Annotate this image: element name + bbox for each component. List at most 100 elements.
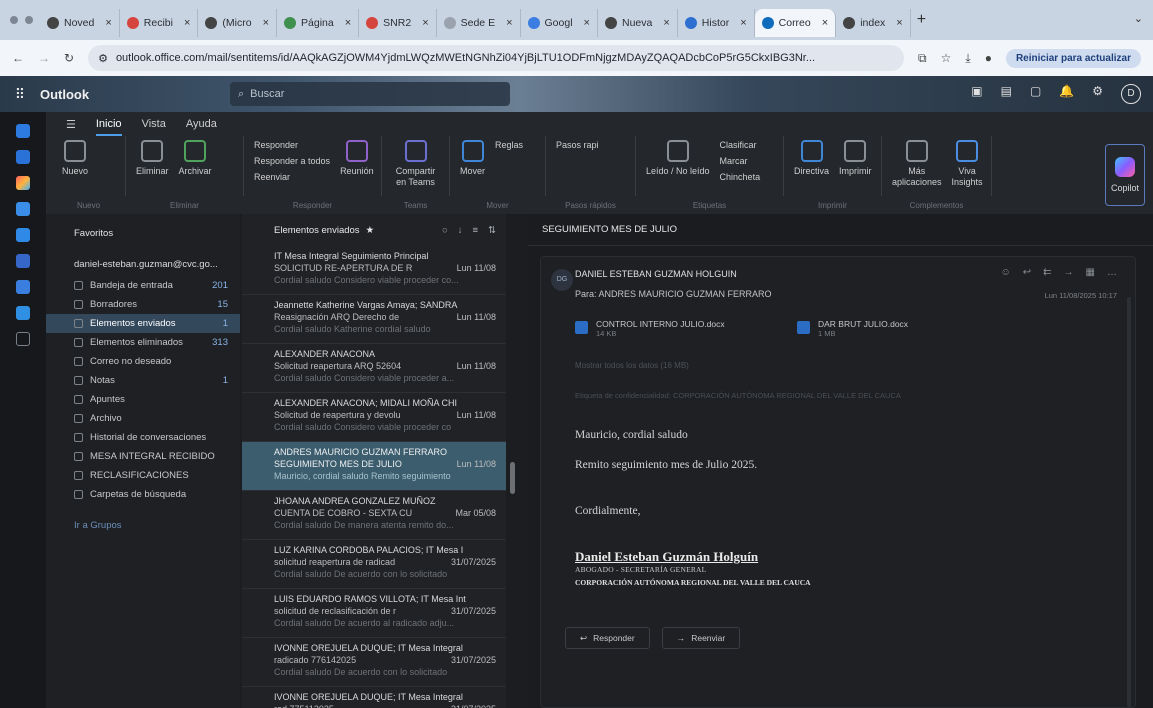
account-header[interactable]: daniel-esteban.guzman@cvc.go... [46,252,240,276]
apps-icon[interactable]: ▦ [1086,267,1095,278]
browser-tab[interactable]: (Micro × [198,9,278,37]
folder-item[interactable]: Carpetas de búsqueda [46,485,240,504]
my-day-icon[interactable]: ▢ [1030,84,1041,104]
folder-item[interactable]: Historial de conversaciones [46,428,240,447]
word-icon[interactable] [16,254,30,268]
folder-item[interactable]: MESA INTEGRAL RECIBIDO [46,447,240,466]
menu-toggle-icon[interactable]: ☰ [66,118,76,136]
quick-reply-button[interactable]: ↩ Responder [565,627,650,649]
folder-item[interactable]: Bandeja de entrada 201 [46,276,240,295]
folder-item[interactable]: Archivo [46,409,240,428]
meeting-button[interactable]: Reunión [340,140,374,177]
search-box[interactable]: ⌕ Buscar [230,82,510,106]
org-explorer-icon[interactable] [16,280,30,294]
url-field[interactable]: ⚙ outlook.office.com/mail/sentitems/id/A… [88,45,905,71]
site-info-icon[interactable]: ⚙ [98,52,108,65]
list-scrollbar[interactable] [510,462,515,494]
message-row[interactable]: ANDRES MAURICIO GUZMAN FERRARO SEGUIMIENT… [242,442,506,491]
tab-search-icon[interactable]: ⌄ [1134,12,1143,25]
folder-item[interactable]: Borradores 15 [46,295,240,314]
folder-item[interactable]: Elementos enviados 1 [46,314,240,333]
settings-icon[interactable]: ⚙ [1092,84,1103,104]
browser-tab[interactable]: Nueva × [598,9,678,37]
browser-tab[interactable]: Googl × [521,9,598,37]
close-tab-icon[interactable]: × [422,17,428,29]
copilot-app-icon[interactable] [16,176,30,190]
sort-icon[interactable]: ⇅ [488,225,496,236]
quick-steps-button[interactable]: Pasos rapi [556,140,599,150]
more-options-icon[interactable]: … [1107,267,1117,278]
sender-name[interactable]: DANIEL ESTEBAN GUZMAN HOLGUIN [575,269,737,279]
browser-tab[interactable]: Página × [277,9,360,37]
tab-inicio[interactable]: Inicio [95,118,122,136]
tab-vista[interactable]: Vista [142,118,166,136]
browser-tab[interactable]: Correo × [754,9,837,37]
quick-forward-button[interactable]: → Reenviar [661,627,741,649]
reaction-icon[interactable]: ☺ [1001,267,1011,278]
onedrive-icon[interactable] [16,306,30,320]
classify-button[interactable]: Clasificar [720,140,761,150]
more-apps-icon[interactable] [16,332,30,346]
folder-item[interactable]: Elementos eliminados 313 [46,333,240,352]
reload-icon[interactable]: ↻ [64,51,74,65]
message-row[interactable]: IT Mesa Integral Seguimiento Principal SO… [242,246,506,295]
close-tab-icon[interactable]: × [663,17,669,29]
message-row[interactable]: LUZ KARINA CORDOBA PALACIOS; IT Mesa I so… [242,540,506,589]
recipient-name[interactable]: ANDRES MAURICIO GUZMAN FERRARO [599,289,772,299]
show-all-attachments-link[interactable]: Mostrar todos los datos (16 MB) [575,361,689,370]
install-app-icon[interactable]: ⧉ [918,51,927,66]
flag-button[interactable]: Marcar [720,156,761,166]
close-tab-icon[interactable]: × [584,17,590,29]
browser-tab[interactable]: Noved × [40,9,120,37]
close-tab-icon[interactable]: × [184,17,190,29]
browser-tab[interactable]: Recibi × [120,9,199,37]
forward-icon[interactable]: → [1064,267,1074,278]
read-unread-button[interactable]: Leído / No leído [646,140,710,177]
browser-tab[interactable]: Sede E × [437,9,521,37]
account-avatar[interactable]: D [1121,84,1141,104]
share-teams-button[interactable]: Compartir en Teams [392,140,439,188]
tab-ayuda[interactable]: Ayuda [186,118,217,136]
message-row[interactable]: LUIS EDUARDO RAMOS VILLOTA; IT Mesa Int s… [242,589,506,638]
close-tab-icon[interactable]: × [822,17,828,29]
print-button[interactable]: Imprimir [839,140,872,177]
reply-all-icon[interactable]: ⇇ [1043,267,1051,278]
forward-button[interactable]: Reenviar [254,172,330,182]
mail-icon[interactable] [16,124,30,138]
notifications-icon[interactable]: 🔔 [1059,84,1074,104]
sender-avatar[interactable]: DG [551,269,573,291]
attachment-1[interactable]: CONTROL INTERNO JULIO.docx 14 KB [575,319,725,338]
policy-button[interactable]: Directiva [794,140,829,177]
close-tab-icon[interactable]: × [263,17,269,29]
rules-button[interactable]: Reglas [495,140,523,150]
browser-tab[interactable]: SNR2 × [359,9,437,37]
favorite-star-icon[interactable]: ★ [366,225,375,236]
new-tab-button[interactable]: + [917,11,926,29]
meet-now-icon[interactable]: ▣ [971,84,982,104]
forward-icon[interactable]: → [38,51,50,65]
update-button[interactable]: Reiniciar para actualizar [1005,48,1141,68]
reader-scrollbar[interactable] [1127,297,1131,707]
viva-insights-button[interactable]: Viva Insights [952,140,983,188]
groups-link[interactable]: Ir a Grupos [46,516,240,535]
message-row[interactable]: ALEXANDER ANACONA; MIDALI MOÑA CHI Solici… [242,393,506,442]
message-row[interactable]: JHOANA ANDREA GONZALEZ MUÑOZ CUENTA DE CO… [242,491,506,540]
reply-all-button[interactable]: Responder a todos [254,156,330,166]
folder-item[interactable]: RECLASIFICACIONES [46,466,240,485]
teams-icon[interactable]: ▤ [1001,84,1012,104]
folder-item[interactable]: Correo no deseado [46,352,240,371]
message-row[interactable]: IVONNE OREJUELA DUQUE; IT Mesa Integral r… [242,638,506,687]
todo-icon[interactable] [16,228,30,242]
app-launcher-icon[interactable]: ⠿ [0,86,40,103]
reply-icon[interactable]: ↩ [1023,267,1031,278]
people-icon[interactable] [16,202,30,216]
message-row[interactable]: ALEXANDER ANACONA Solicitud reapertura AR… [242,344,506,393]
favorites-header[interactable]: Favoritos [46,222,240,244]
folder-item[interactable]: Notas 1 [46,371,240,390]
close-tab-icon[interactable]: × [506,17,512,29]
select-icon[interactable]: ○ [442,225,448,236]
jump-icon[interactable]: ↓ [458,225,463,236]
reply-button[interactable]: Responder [254,140,330,150]
calendar-icon[interactable] [16,150,30,164]
attachment-2[interactable]: DAR BRUT JULIO.docx 1 MB [797,319,908,338]
